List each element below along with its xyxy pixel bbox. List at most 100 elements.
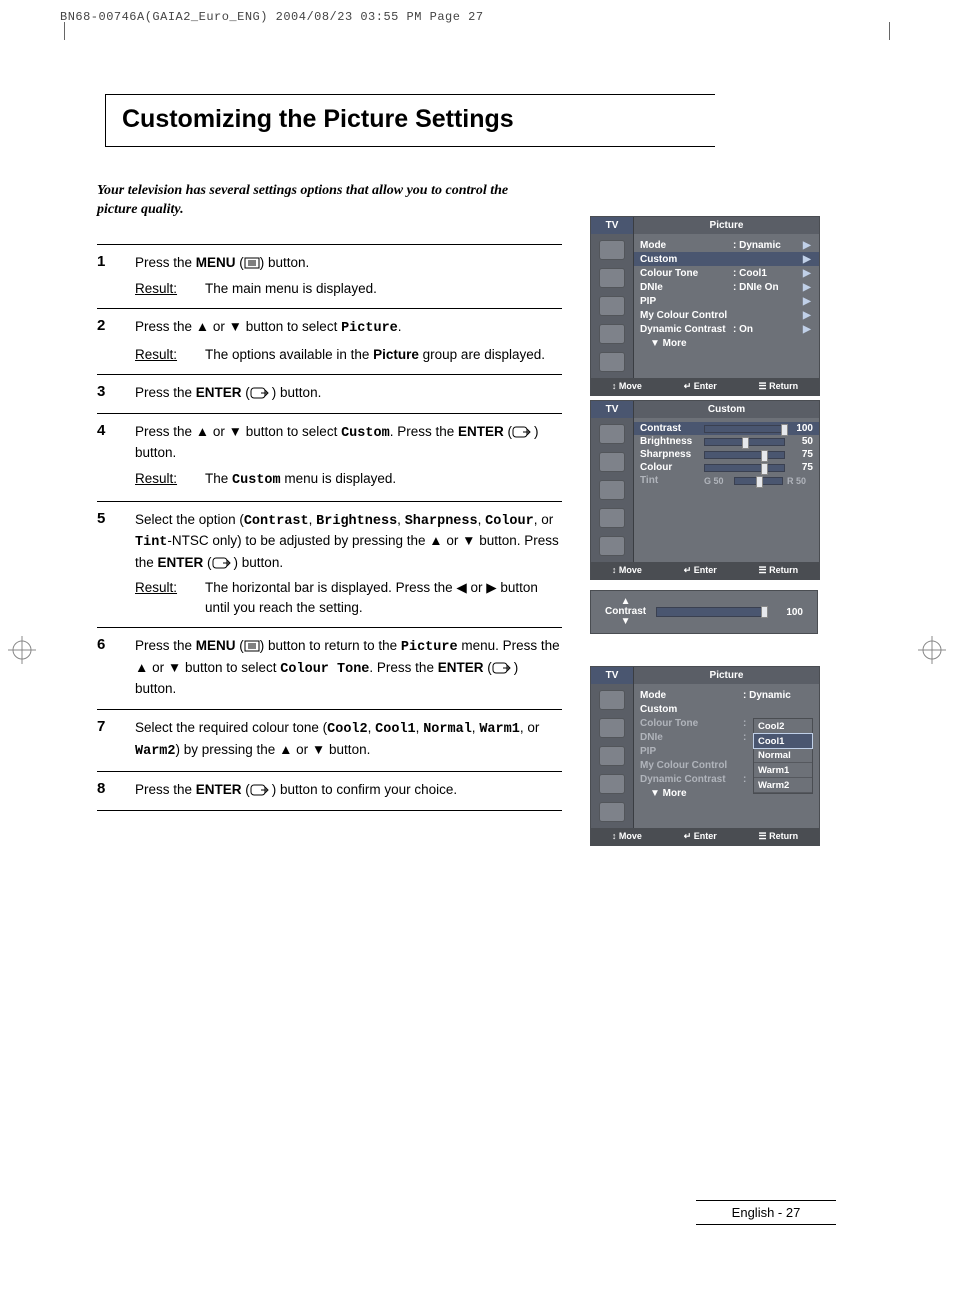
side-icon	[599, 480, 625, 500]
tint-row: TintG 50R 50	[640, 474, 813, 487]
step-row: 2 Press the ▲ or ▼ button to select Pict…	[97, 308, 562, 374]
side-icon	[599, 352, 625, 372]
step-number: 4	[97, 422, 135, 491]
step-text: Press the ENTER () button to confirm you…	[135, 782, 457, 797]
side-icon	[599, 746, 625, 766]
step-text: Press the ▲ or ▼ button to select Pictur…	[135, 319, 402, 334]
osd-footer-item: ↵ Enter	[684, 381, 717, 392]
step-row: 6 Press the MENU () button to return to …	[97, 627, 562, 709]
step-row: 3 Press the ENTER () button.	[97, 374, 562, 413]
contrast-value: 100	[775, 607, 803, 618]
slider-row: Colour75	[640, 461, 813, 474]
step-row: 4 Press the ▲ or ▼ button to select Cust…	[97, 413, 562, 501]
step-number: 6	[97, 636, 135, 699]
step-row: 1 Press the MENU () button. Result: The …	[97, 244, 562, 308]
step-number: 5	[97, 510, 135, 618]
doc-header-line: BN68-00746A(GAIA2_Euro_ENG) 2004/08/23 0…	[60, 10, 484, 24]
submenu-item: Warm1	[754, 763, 812, 778]
contrast-label: ▲ Contrast ▼	[605, 597, 646, 627]
slider-row: Contrast100	[634, 422, 819, 435]
osd-title: Picture	[634, 217, 819, 234]
result-label: Result:	[135, 345, 205, 365]
down-arrow-icon: ▼	[621, 617, 631, 627]
osd-footer-item: ☰ Return	[759, 831, 799, 842]
osd-title: Custom	[634, 401, 819, 418]
menu-icon	[244, 257, 260, 269]
registration-mark-icon	[918, 636, 946, 664]
osd-footer-item: ☰ Return	[759, 565, 799, 576]
osd-title: Picture	[634, 667, 819, 684]
osd-footer-item: ↕ Move	[612, 831, 642, 842]
osd-row: Custom	[640, 702, 813, 716]
step-number: 3	[97, 383, 135, 403]
osd-row: Dynamic Contrast: On▶	[640, 322, 813, 336]
result-label: Result:	[135, 578, 205, 617]
side-icon	[599, 324, 625, 344]
osd-footer-item: ↕ Move	[612, 381, 642, 392]
osd-content: Contrast100Brightness50Sharpness75Colour…	[634, 418, 819, 562]
colour-tone-submenu: Cool2Cool1NormalWarm1Warm2	[753, 718, 813, 794]
page-title: Customizing the Picture Settings	[105, 94, 715, 147]
osd-picture-menu: TV Picture Mode: Dynamic▶Custom▶Colour T…	[590, 216, 820, 396]
step-row: 5 Select the option (Contrast, Brightnes…	[97, 501, 562, 628]
osd-row: Colour Tone: Cool1▶	[640, 266, 813, 280]
step-number: 1	[97, 253, 135, 298]
submenu-item: Cool1	[753, 733, 813, 749]
result-label: Result:	[135, 279, 205, 299]
step-text: Select the option (Contrast, Brightness,…	[135, 512, 559, 570]
osd-footer: ↕ Move ↵ Enter ☰ Return	[591, 378, 819, 395]
osd-row: Mode: Dynamic▶	[640, 238, 813, 252]
step-row: 7 Select the required colour tone (Cool2…	[97, 709, 562, 771]
side-icon	[599, 296, 625, 316]
step-number: 2	[97, 317, 135, 364]
step-number: 8	[97, 780, 135, 800]
osd-row: DNIe: DNIe On▶	[640, 280, 813, 294]
osd-tv-label: TV	[591, 217, 634, 234]
submenu-item: Cool2	[754, 719, 812, 734]
result-text: The Custom menu is displayed.	[205, 469, 562, 491]
step-text: Select the required colour tone (Cool2, …	[135, 720, 539, 757]
osd-footer-item: ↕ Move	[612, 565, 642, 576]
osd-footer-item: ↵ Enter	[684, 565, 717, 576]
submenu-item: Normal	[754, 748, 812, 763]
submenu-item: Warm2	[754, 778, 812, 793]
osd-footer: ↕ Move ↵ Enter ☰ Return	[591, 828, 819, 845]
side-icon	[599, 240, 625, 260]
side-icon	[599, 774, 625, 794]
osd-side-icons	[591, 418, 634, 562]
crop-mark	[46, 22, 65, 40]
crop-mark	[889, 22, 908, 40]
osd-footer-item: ☰ Return	[759, 381, 799, 392]
osd-row: My Colour Control▶	[640, 308, 813, 322]
side-icon	[599, 508, 625, 528]
osd-footer-item: ↵ Enter	[684, 831, 717, 842]
result-label: Result:	[135, 469, 205, 491]
result-text: The main menu is displayed.	[205, 279, 562, 299]
side-icon	[599, 268, 625, 288]
osd-tv-label: TV	[591, 667, 634, 684]
side-icon	[599, 424, 625, 444]
osd-more: ▼ More	[640, 336, 813, 349]
osd-row: Custom▶	[634, 252, 819, 266]
step-text: Press the ▲ or ▼ button to select Custom…	[135, 424, 538, 461]
osd-row: PIP▶	[640, 294, 813, 308]
step-text: Press the ENTER () button.	[135, 385, 321, 400]
side-icon	[599, 690, 625, 710]
osd-contrast-bar: ▲ Contrast ▼ 100	[590, 590, 818, 634]
step-number: 7	[97, 718, 135, 761]
side-icon	[599, 536, 625, 556]
osd-footer: ↕ Move ↵ Enter ☰ Return	[591, 562, 819, 579]
osd-side-icons	[591, 684, 634, 828]
step-text: Press the MENU () button.	[135, 255, 309, 270]
osd-tv-label: TV	[591, 401, 634, 418]
side-icon	[599, 718, 625, 738]
steps-table: 1 Press the MENU () button. Result: The …	[97, 244, 562, 811]
registration-mark-icon	[8, 636, 36, 664]
osd-side-icons	[591, 234, 634, 378]
osd-content: Mode: Dynamic▶Custom▶Colour Tone: Cool1▶…	[634, 234, 819, 378]
osd-row: Mode: Dynamic	[640, 688, 813, 702]
step-row: 8 Press the ENTER () button to confirm y…	[97, 771, 562, 811]
contrast-slider	[656, 607, 765, 617]
page-footer: English - 27	[696, 1200, 836, 1225]
side-icon	[599, 452, 625, 472]
